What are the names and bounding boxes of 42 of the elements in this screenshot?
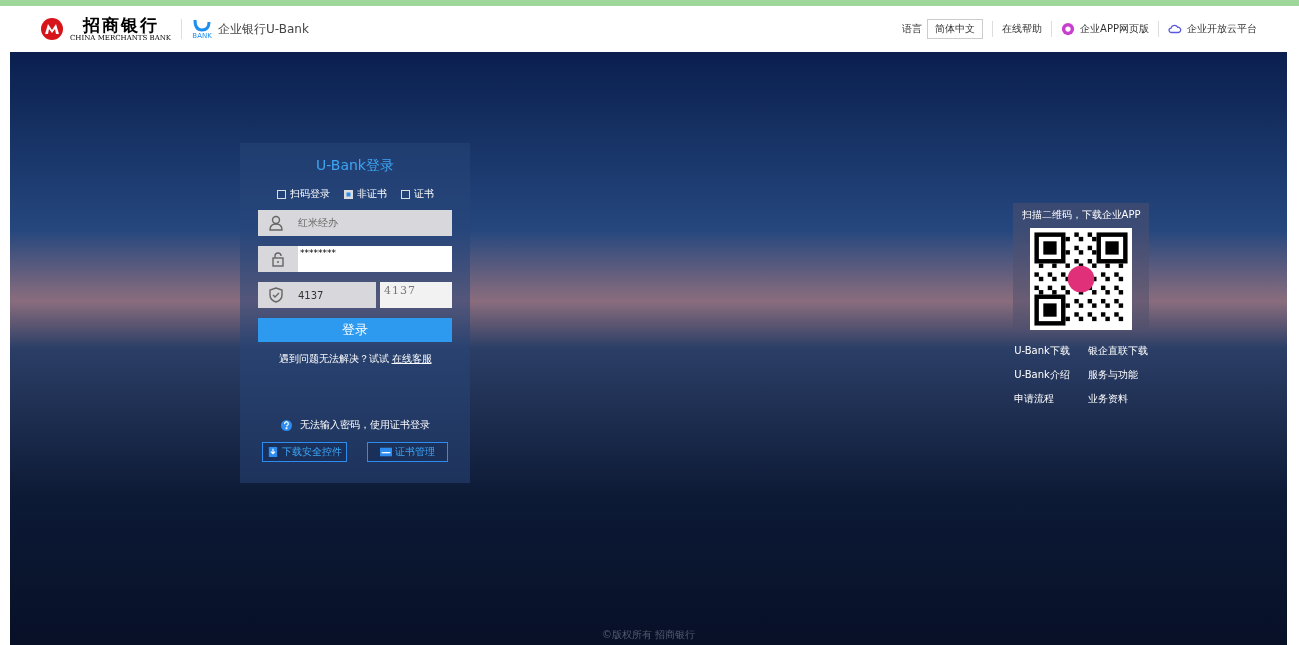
u-logo-icon xyxy=(192,18,213,32)
card-icon xyxy=(380,447,392,457)
username-field[interactable]: 红米经办 xyxy=(258,210,452,236)
qr-link[interactable]: 银企直联下载 xyxy=(1087,344,1148,358)
user-icon xyxy=(268,215,284,231)
login-title: U-Bank登录 xyxy=(316,157,394,175)
mode-label[interactable]: 非证书 xyxy=(356,187,387,201)
help-text: 遇到问题无法解决？试试 xyxy=(278,352,389,366)
mode-label[interactable]: 证书 xyxy=(413,187,434,201)
copyright-text: ©版权所有 招商银行 xyxy=(600,628,697,642)
qr-link[interactable]: U-Bank下载 xyxy=(1014,344,1070,358)
qr-caption: 扫描二维码，下载企业APP xyxy=(1021,208,1141,222)
radio-box[interactable] xyxy=(276,189,286,199)
language-select[interactable]: 简体中文 xyxy=(927,19,984,39)
question-icon xyxy=(280,419,292,431)
bank-logo-icon xyxy=(40,17,64,41)
bank-name: 招商银行 xyxy=(82,16,159,34)
lock-icon xyxy=(270,251,286,267)
header-link[interactable]: 企业开放云平台 xyxy=(1187,22,1257,36)
product-name: 企业银行U-Bank xyxy=(218,20,309,38)
qr-link[interactable]: U-Bank介绍 xyxy=(1014,368,1070,382)
qr-link[interactable]: 业务资料 xyxy=(1087,392,1148,406)
radio-box[interactable] xyxy=(343,189,353,199)
captcha-image[interactable]: 4137 xyxy=(380,282,452,308)
outline-button[interactable]: 证书管理 xyxy=(367,442,448,462)
mode-label[interactable]: 扫码登录 xyxy=(289,187,330,201)
radio-box[interactable] xyxy=(400,189,410,199)
qr-link[interactable]: 服务与功能 xyxy=(1087,368,1148,382)
shield-icon xyxy=(268,287,284,303)
qr-link[interactable]: 申请流程 xyxy=(1014,392,1070,406)
app-icon xyxy=(1061,22,1076,36)
header-link[interactable]: 企业APP网页版 xyxy=(1080,22,1149,36)
download-icon xyxy=(267,447,279,457)
outline-button[interactable]: 下载安全控件 xyxy=(262,442,347,462)
password-field[interactable]: ******** xyxy=(258,246,452,272)
header-link[interactable]: 在线帮助 xyxy=(1002,22,1043,36)
online-service-link[interactable]: 在线客服 xyxy=(391,352,432,366)
qr-code-icon xyxy=(1030,228,1132,330)
cloud-icon xyxy=(1168,22,1182,36)
captcha-field[interactable]: 4137 xyxy=(258,282,376,308)
cert-login-hint: 无法输入密码，使用证书登录 xyxy=(299,418,430,432)
language-label: 语言 xyxy=(902,22,923,36)
